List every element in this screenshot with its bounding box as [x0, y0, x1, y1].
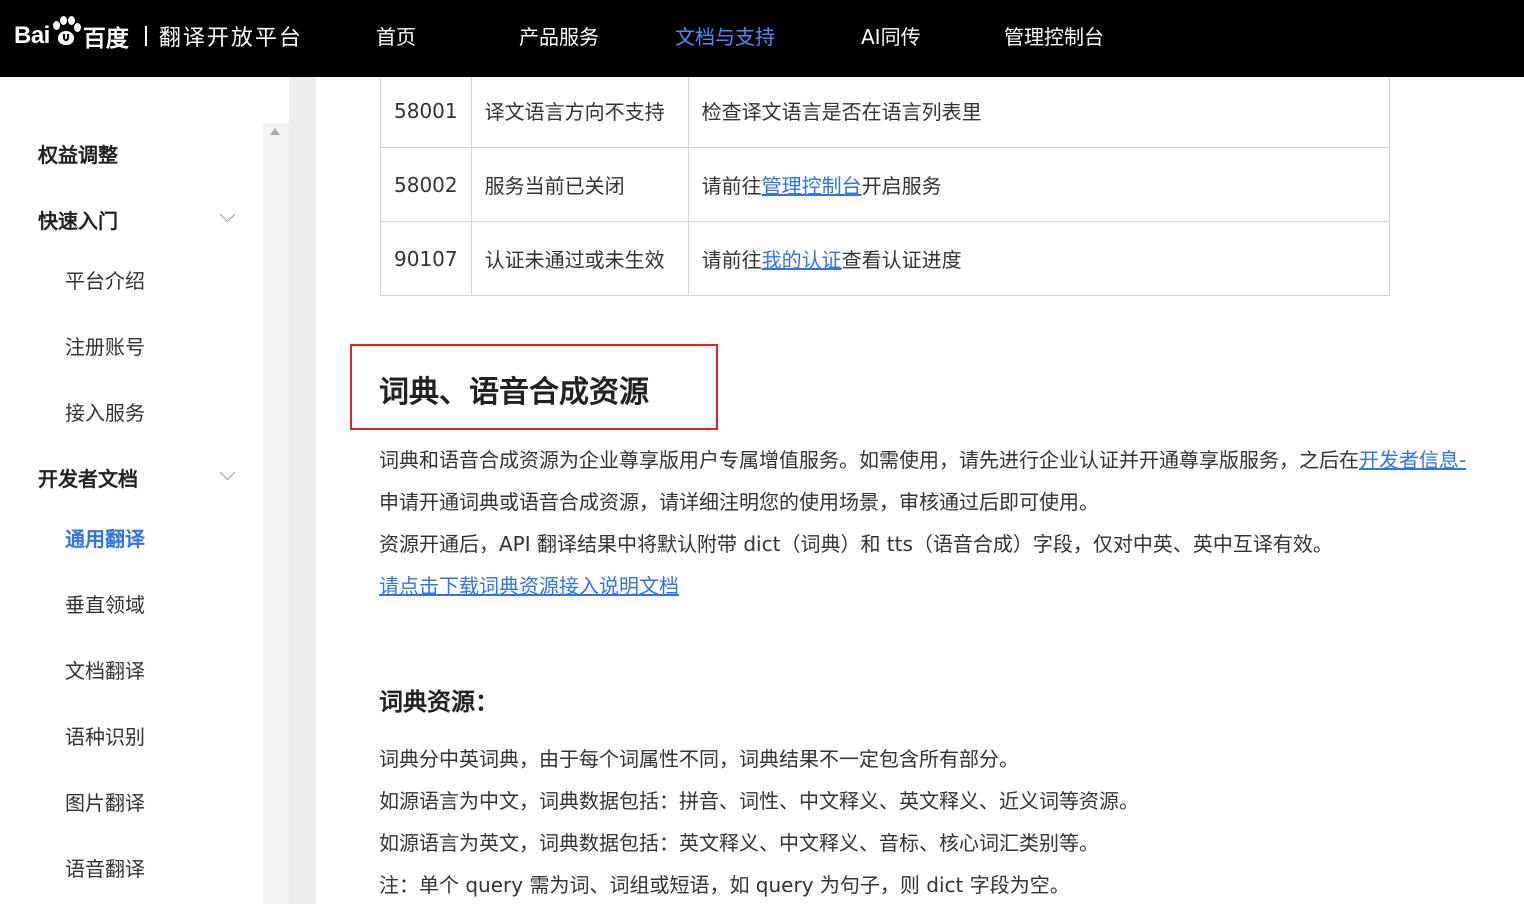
paragraph-text: 词典和语音合成资源为企业尊享版用户专属增值服务。如需使用，请先进行企业认证并开通…	[379, 448, 1359, 472]
platform-title: 翻译开放平台	[158, 26, 303, 51]
sidebar-item-quickstart[interactable]: 快速入门	[38, 205, 118, 234]
doc-content: 58001 译文语言方向不支持 检查译文语言是否在语言列表里 58002 服务当…	[316, 77, 1524, 904]
logo-bai-text: Bai	[14, 22, 50, 49]
sidebar-item-dev-docs[interactable]: 开发者文档	[38, 463, 138, 492]
sidebar-item-doc-translation[interactable]: 文档翻译	[65, 655, 145, 684]
top-navigation-bar: Bai 百度 翻译开放平台 首页 产品服务 文档与支持 AI同传 管理控制台	[0, 0, 1524, 77]
developer-info-link[interactable]: 开发者信息-	[1359, 448, 1466, 472]
my-certification-link[interactable]: 我的认证	[762, 248, 842, 272]
sidebar-gutter	[289, 77, 316, 904]
error-message: 认证未通过或未生效	[470, 221, 689, 296]
sidebar-scrollbar[interactable]	[263, 123, 289, 904]
solution-text: 检查译文语言是否在语言列表里	[701, 100, 982, 124]
sidebar-item-general-translation[interactable]: 通用翻译	[65, 523, 145, 552]
error-message: 译文语言方向不支持	[470, 77, 689, 148]
sidebar-item-platform-intro[interactable]: 平台介绍	[65, 265, 145, 294]
table-row: 58001 译文语言方向不支持 检查译文语言是否在语言列表里	[380, 77, 1391, 148]
solution-text: 开启服务	[861, 174, 942, 198]
section-paragraph-3: 资源开通后，API 翻译结果中将默认附带 dict（词典）和 tts（语音合成）…	[379, 532, 1333, 556]
error-code: 58001	[380, 77, 472, 148]
error-solution: 检查译文语言是否在语言列表里	[687, 77, 1391, 148]
nav-docs-support[interactable]: 文档与支持	[675, 21, 775, 50]
error-code-table: 58001 译文语言方向不支持 检查译文语言是否在语言列表里 58002 服务当…	[380, 77, 1391, 296]
dict-section-title: 词典资源：	[379, 688, 499, 716]
dict-line: 如源语言为中文，词典数据包括：拼音、词性、中文释义、英文释义、近义词等资源。	[379, 789, 1139, 813]
sidebar-item-access-service[interactable]: 接入服务	[65, 397, 145, 426]
nav-home[interactable]: 首页	[376, 21, 416, 50]
error-solution: 请前往管理控制台开启服务	[687, 147, 1391, 222]
table-row: 58002 服务当前已关闭 请前往管理控制台开启服务	[380, 147, 1391, 222]
error-message: 服务当前已关闭	[470, 147, 689, 222]
download-doc-link[interactable]: 请点击下载词典资源接入说明文档	[379, 574, 679, 598]
scroll-up-arrow-icon[interactable]	[270, 128, 280, 135]
console-link[interactable]: 管理控制台	[762, 174, 862, 198]
sidebar-item-benefits[interactable]: 权益调整	[38, 139, 118, 168]
solution-text: 请前往	[701, 248, 762, 272]
logo-divider	[144, 26, 147, 46]
section-paragraph-2: 申请开通词典或语音合成资源，请详细注明您的使用场景，审核通过后即可使用。	[379, 490, 1099, 514]
solution-text: 请前往	[701, 174, 762, 198]
error-solution: 请前往我的认证查看认证进度	[687, 221, 1391, 296]
dict-line: 词典分中英词典，由于每个词属性不同，词典结果不一定包含所有部分。	[379, 747, 1019, 771]
error-code: 58002	[380, 147, 472, 222]
section-title: 词典、语音合成资源	[379, 375, 649, 410]
logo-baidu-cn-text: 百度	[82, 26, 129, 52]
paw-icon	[51, 16, 81, 48]
table-row: 90107 认证未通过或未生效 请前往我的认证查看认证进度	[380, 221, 1391, 296]
sidebar-item-speech-translation[interactable]: 语音翻译	[65, 853, 145, 882]
solution-text: 查看认证进度	[841, 248, 962, 272]
sidebar-item-register[interactable]: 注册账号	[65, 331, 145, 360]
error-code: 90107	[380, 221, 472, 296]
nav-console[interactable]: 管理控制台	[1004, 21, 1104, 50]
nav-products[interactable]: 产品服务	[519, 21, 599, 50]
section-paragraph-1: 词典和语音合成资源为企业尊享版用户专属增值服务。如需使用，请先进行企业认证并开通…	[379, 444, 1466, 473]
dict-line: 注：单个 query 需为词、词组或短语，如 query 为句子，则 dict …	[379, 873, 1070, 897]
dict-line: 如源语言为英文，词典数据包括：英文释义、中文释义、音标、核心词汇类别等。	[379, 831, 1099, 855]
download-doc-link-wrap: 请点击下载词典资源接入说明文档	[379, 570, 679, 599]
sidebar-item-language-detection[interactable]: 语种识别	[65, 721, 145, 750]
sidebar-item-image-translation[interactable]: 图片翻译	[65, 787, 145, 816]
nav-ai-interpretation[interactable]: AI同传	[861, 21, 921, 50]
sidebar-item-vertical-domain[interactable]: 垂直领域	[65, 589, 145, 618]
baidu-logo[interactable]: Bai 百度 翻译开放平台	[14, 6, 303, 66]
